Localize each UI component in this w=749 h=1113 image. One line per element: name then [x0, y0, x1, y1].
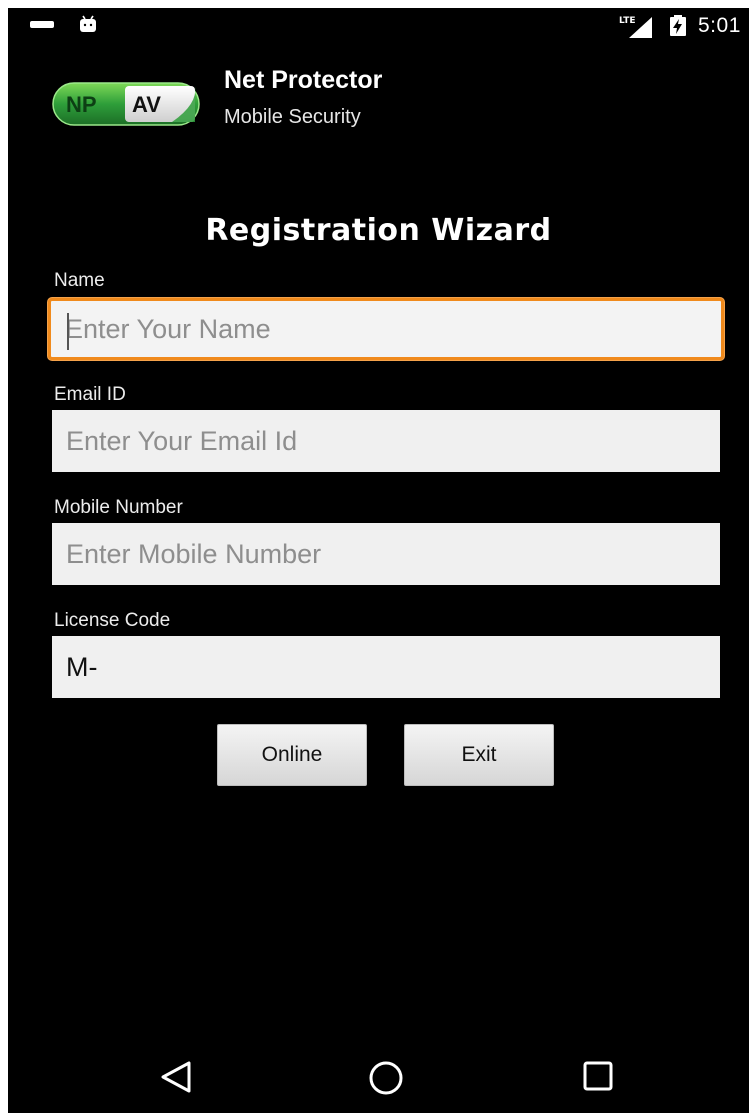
license-input[interactable] [52, 636, 720, 698]
license-label: License Code [54, 610, 171, 631]
logo-left-text: NP [66, 92, 97, 117]
device-screen: LTE 5:01 NP AV Net Protector Mobile Secu… [8, 8, 749, 1113]
mobile-input[interactable] [52, 523, 720, 585]
npav-logo: NP AV [52, 82, 200, 126]
status-time: 5:01 [698, 14, 741, 37]
recents-square-icon[interactable] [582, 1060, 614, 1092]
mobile-label: Mobile Number [54, 497, 183, 518]
lte-signal-icon: LTE [619, 16, 652, 38]
network-label: LTE [619, 16, 636, 26]
email-input[interactable] [52, 410, 720, 472]
name-label: Name [54, 270, 105, 291]
app-title: Net Protector [224, 66, 383, 94]
home-circle-icon[interactable] [368, 1060, 404, 1096]
nav-bar [8, 1040, 749, 1113]
status-bar: LTE 5:01 [8, 8, 749, 44]
back-triangle-icon[interactable] [160, 1060, 192, 1094]
logo-right-text: AV [132, 92, 161, 117]
minus-icon [30, 21, 54, 28]
email-label: Email ID [54, 384, 126, 405]
text-cursor [67, 313, 69, 350]
exit-button[interactable]: Exit [404, 724, 554, 786]
battery-charging-icon [670, 15, 686, 36]
name-input[interactable] [48, 298, 724, 360]
app-subtitle: Mobile Security [224, 106, 361, 128]
online-button[interactable]: Online [217, 724, 367, 786]
android-icon [80, 15, 96, 32]
wizard-title: Registration Wizard [205, 213, 552, 248]
